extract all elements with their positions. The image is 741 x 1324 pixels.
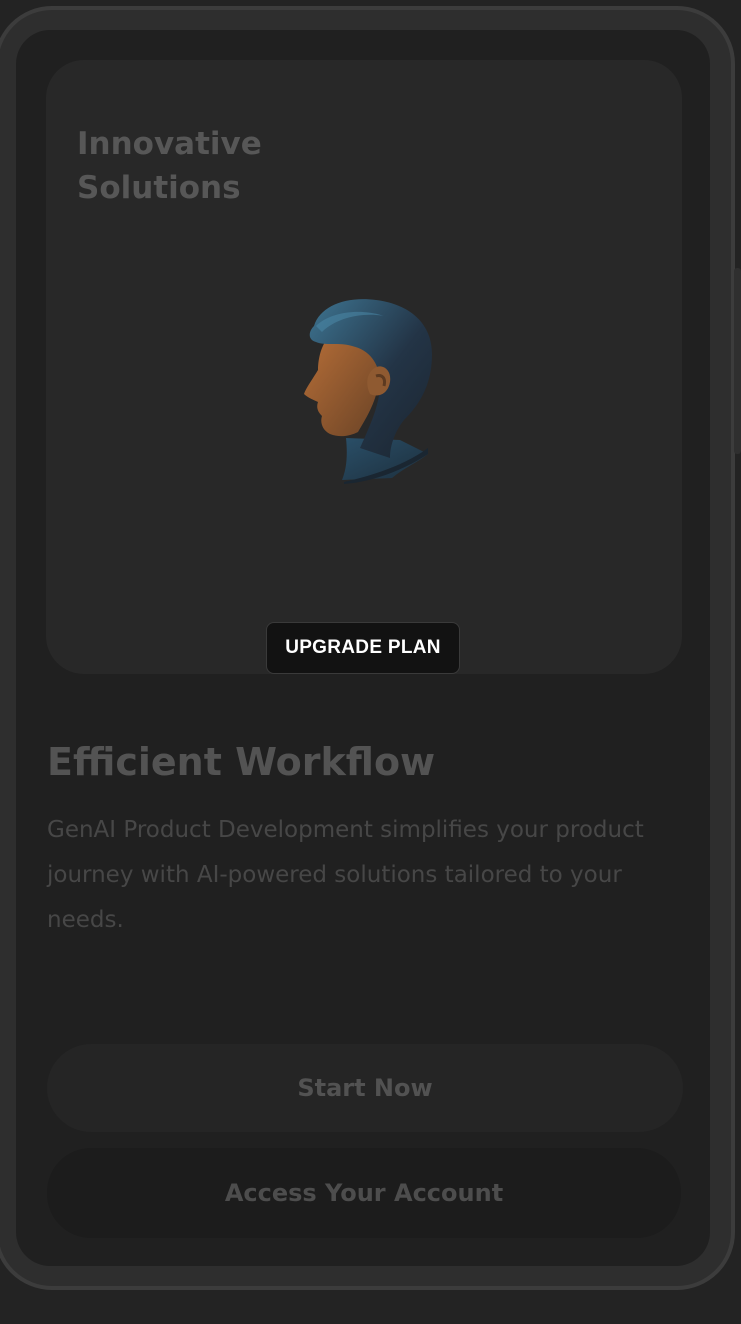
section-description: GenAI Product Development simplifies you… (47, 817, 644, 933)
start-now-button[interactable]: Start Now (47, 1044, 683, 1132)
app-screen: Innovative Solutions UPGRADE PLAN Effici… (16, 30, 710, 1266)
hero-card: Innovative Solutions (46, 60, 682, 674)
hero-title: Innovative Solutions (77, 122, 297, 210)
app-page: Innovative Solutions UPGRADE PLAN Effici… (0, 0, 741, 1324)
scrollbar-thumb[interactable] (734, 268, 741, 454)
hero-title-line-1: Innovative (77, 126, 262, 162)
hero-title-line-2: Solutions (77, 170, 241, 206)
upgrade-plan-button[interactable]: UPGRADE PLAN (266, 622, 460, 674)
profile-head-icon (304, 299, 432, 484)
access-account-button[interactable]: Access Your Account (47, 1148, 681, 1238)
section-heading: Efficient Workflow (47, 740, 436, 784)
